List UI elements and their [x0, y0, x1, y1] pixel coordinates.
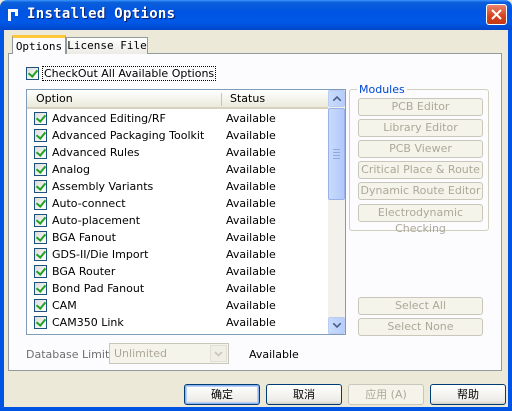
database-limit-status: Available: [249, 348, 299, 361]
option-status: Available: [226, 112, 276, 125]
chevron-down-icon: [333, 323, 341, 328]
list-row[interactable]: Analog Available: [27, 161, 329, 178]
option-status: Available: [226, 231, 276, 244]
pcb-viewer-button[interactable]: PCB Viewer: [358, 140, 483, 158]
scroll-thumb[interactable]: [328, 108, 345, 200]
window-title: Installed Options: [27, 6, 176, 22]
help-button[interactable]: 帮助: [430, 384, 506, 405]
row-checkbox[interactable]: [34, 180, 47, 193]
column-header-option[interactable]: Option: [36, 92, 73, 105]
list-row[interactable]: Advanced Editing/RF Available: [27, 110, 329, 127]
option-name: CAM350 Link: [52, 316, 124, 329]
column-header-status[interactable]: Status: [230, 92, 265, 105]
scroll-up-button[interactable]: [328, 90, 345, 107]
option-status: Available: [226, 248, 276, 261]
tab-options[interactable]: Options: [12, 35, 66, 54]
row-checkbox[interactable]: [34, 112, 47, 125]
tab-license-file[interactable]: License File: [66, 37, 148, 54]
row-checkbox[interactable]: [34, 282, 47, 295]
option-status: Available: [226, 197, 276, 210]
apply-button[interactable]: 应用 (A): [348, 384, 424, 405]
title-bar: Installed Options: [0, 0, 512, 30]
option-status: Available: [226, 214, 276, 227]
pcb-editor-button[interactable]: PCB Editor: [358, 98, 483, 116]
electrodynamic-checking-button[interactable]: Electrodynamic Checking: [358, 204, 483, 235]
option-status: Available: [226, 299, 276, 312]
checkout-all-checkbox[interactable]: [26, 66, 39, 80]
list-row[interactable]: Auto-placement Available: [27, 212, 329, 229]
cancel-button[interactable]: 取消: [266, 384, 342, 405]
row-checkbox[interactable]: [34, 231, 47, 244]
critical-place-route-button[interactable]: Critical Place & Route: [358, 161, 483, 179]
options-list[interactable]: Option Status Advanced Editing/RF Availab…: [26, 89, 346, 335]
dynamic-route-editor-button[interactable]: Dynamic Route Editor: [358, 182, 483, 200]
database-limit-value: Unlimited: [114, 347, 167, 360]
app-icon: [6, 7, 22, 23]
option-name: BGA Router: [52, 265, 116, 278]
dropdown-arrow-icon[interactable]: [210, 345, 227, 362]
row-checkbox[interactable]: [34, 248, 47, 261]
list-row[interactable]: Auto-connect Available: [27, 195, 329, 212]
option-name: Auto-placement: [52, 214, 141, 227]
chevron-up-icon: [333, 96, 341, 101]
option-name: CAM: [52, 299, 77, 312]
list-rows: Advanced Editing/RF Available Advanced Pa…: [27, 110, 329, 331]
option-name: Bond Pad Fanout: [52, 282, 145, 295]
list-row[interactable]: GDS-II/Die Import Available: [27, 246, 329, 263]
option-name: Advanced Rules: [52, 146, 140, 159]
row-checkbox[interactable]: [34, 146, 47, 159]
list-row[interactable]: Advanced Rules Available: [27, 144, 329, 161]
list-row[interactable]: Advanced Packaging Toolkit Available: [27, 127, 329, 144]
select-none-button[interactable]: Select None: [358, 318, 483, 336]
checkout-all-row[interactable]: CheckOut All Available Options: [26, 65, 217, 81]
database-limit-select[interactable]: Unlimited: [109, 343, 229, 364]
scroll-down-button[interactable]: [328, 317, 345, 334]
row-checkbox[interactable]: [34, 316, 47, 329]
option-status: Available: [226, 265, 276, 278]
row-checkbox[interactable]: [34, 163, 47, 176]
close-button[interactable]: [486, 4, 507, 25]
option-name: Advanced Editing/RF: [52, 112, 166, 125]
option-name: Assembly Variants: [52, 180, 154, 193]
list-row[interactable]: Assembly Variants Available: [27, 178, 329, 195]
list-row[interactable]: Bond Pad Fanout Available: [27, 280, 329, 297]
row-checkbox[interactable]: [34, 197, 47, 210]
list-row[interactable]: CAM Available: [27, 297, 329, 314]
option-name: Analog: [52, 163, 91, 176]
option-status: Available: [226, 129, 276, 142]
option-name: BGA Fanout: [52, 231, 116, 244]
option-status: Available: [226, 316, 276, 329]
option-name: GDS-II/Die Import: [52, 248, 149, 261]
modules-group-title: Modules: [357, 83, 407, 96]
row-checkbox[interactable]: [34, 214, 47, 227]
row-checkbox[interactable]: [34, 299, 47, 312]
checkout-all-label[interactable]: CheckOut All Available Options: [42, 65, 217, 81]
library-editor-button[interactable]: Library Editor: [358, 119, 483, 137]
close-icon: [491, 9, 502, 20]
database-limit-label: Database Limit:: [26, 348, 113, 361]
ok-button[interactable]: 确定: [184, 384, 260, 405]
option-status: Available: [226, 146, 276, 159]
list-scrollbar[interactable]: [328, 90, 345, 334]
list-header: Option Status: [27, 90, 329, 109]
row-checkbox[interactable]: [34, 129, 47, 142]
list-row[interactable]: CAM350 Link Available: [27, 314, 329, 331]
option-status: Available: [226, 180, 276, 193]
select-all-button[interactable]: Select All: [358, 297, 483, 315]
column-divider[interactable]: [221, 93, 222, 106]
option-status: Available: [226, 163, 276, 176]
list-row[interactable]: BGA Fanout Available: [27, 229, 329, 246]
option-status: Available: [226, 282, 276, 295]
list-row[interactable]: BGA Router Available: [27, 263, 329, 280]
row-checkbox[interactable]: [34, 265, 47, 278]
option-name: Advanced Packaging Toolkit: [52, 129, 205, 142]
option-name: Auto-connect: [52, 197, 126, 210]
